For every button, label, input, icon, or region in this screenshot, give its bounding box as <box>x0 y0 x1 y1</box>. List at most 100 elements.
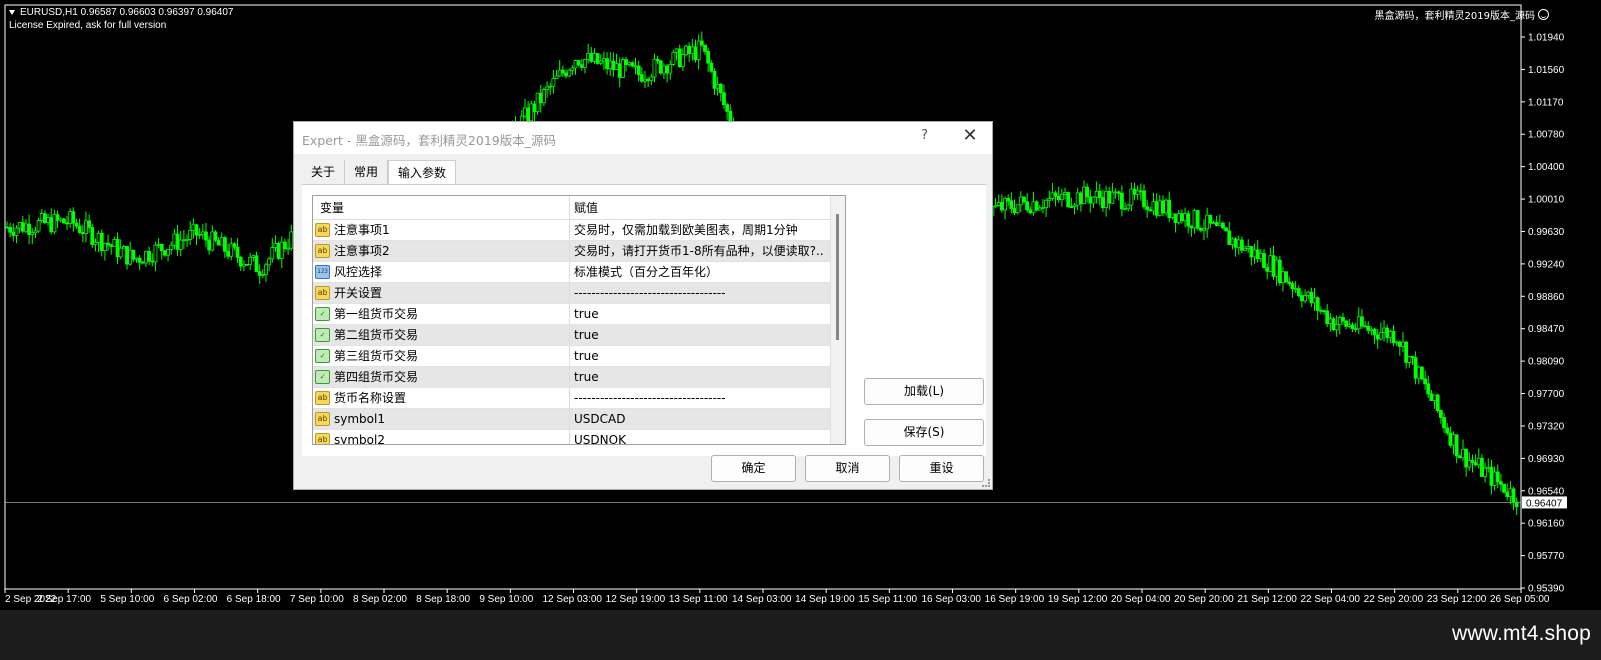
candle-body <box>1085 186 1090 198</box>
grid-row[interactable]: ab 货币名称设置 --------------------------------… <box>313 388 845 409</box>
candle-body <box>589 52 594 62</box>
bool-type-icon: ✓ <box>315 328 330 342</box>
candle-body <box>1284 271 1289 283</box>
candle-body <box>1233 238 1238 248</box>
candle-body <box>620 59 625 78</box>
candle-body <box>219 237 224 246</box>
candle-body <box>1183 213 1187 222</box>
candle-body <box>1050 192 1055 199</box>
candle-body <box>1227 230 1232 245</box>
candle-body <box>283 241 287 250</box>
reset-button[interactable]: 重设 <box>899 455 984 482</box>
time-label: 2 Sep 17:00 <box>37 594 91 605</box>
grid-row[interactable]: ab symbol2 USDNOK <box>313 430 845 444</box>
candle-body <box>99 232 104 251</box>
column-value[interactable]: 赋值 <box>570 196 845 219</box>
grid-row[interactable]: ab 注意事项2 交易时，请打开货币1-8所有品种，以便读取?.. <box>313 241 845 262</box>
candle-body <box>43 213 47 223</box>
dropdown-triangle-icon[interactable] <box>9 10 15 15</box>
candle-body <box>74 222 79 227</box>
candle-body <box>1492 471 1497 486</box>
candle-body <box>58 218 63 221</box>
value-cell[interactable]: ----------------------------------- <box>570 388 845 408</box>
grid-row[interactable]: ab 开关设置 ----------------------------------… <box>313 283 845 304</box>
grid-row[interactable]: ✓ 第一组货币交易 true <box>313 304 845 325</box>
value-cell[interactable]: true <box>570 304 845 324</box>
scrollbar-thumb[interactable] <box>836 214 839 340</box>
candle-body <box>1432 394 1437 401</box>
candle-body <box>545 86 549 90</box>
candle-body <box>46 217 50 223</box>
inputs-grid[interactable]: 变量 赋值 ab 注意事项1 交易时，仅需加载到欧美图表，周期1分钟 ab 注意事项2 交… <box>312 195 846 445</box>
candle-body <box>662 65 666 74</box>
candle-body <box>238 257 243 267</box>
ok-button[interactable]: 确定 <box>711 455 796 482</box>
candle-body <box>185 239 189 241</box>
candle-body <box>1262 253 1266 269</box>
candle-body <box>1037 207 1042 211</box>
close-icon[interactable]: ✕ <box>960 126 980 146</box>
variable-name: 第三组货币交易 <box>334 349 419 363</box>
candle-body <box>1072 204 1077 208</box>
symbol-row: EURUSD,H1 0.96587 0.96603 0.96397 0.9640… <box>9 6 234 19</box>
time-label: 5 Sep 10:00 <box>100 594 154 605</box>
value-cell[interactable]: 交易时，仅需加载到欧美图表，周期1分钟 <box>570 220 845 240</box>
value-cell[interactable]: ----------------------------------- <box>570 283 845 303</box>
candle-body <box>1318 309 1323 312</box>
value-cell[interactable]: true <box>570 325 845 345</box>
tab-common[interactable]: 常用 <box>345 160 389 185</box>
vertical-scrollbar[interactable] <box>830 196 845 444</box>
candle-body <box>1312 297 1317 304</box>
grid-row[interactable]: ab 注意事项1 交易时，仅需加载到欧美图表，周期1分钟 <box>313 220 845 241</box>
grid-rows: ab 注意事项1 交易时，仅需加载到欧美图表，周期1分钟 ab 注意事项2 交易时，请打开… <box>313 220 845 444</box>
cancel-button[interactable]: 取消 <box>805 455 890 482</box>
grid-row[interactable]: ab symbol1 USDCAD <box>313 409 845 430</box>
candle-body <box>68 211 73 224</box>
candle-body <box>1413 357 1418 379</box>
tab-about[interactable]: 关于 <box>302 160 346 185</box>
column-variable[interactable]: 变量 <box>313 196 570 219</box>
candle-body <box>71 211 76 224</box>
candle-body <box>1375 334 1380 340</box>
candle-body <box>251 255 256 258</box>
grid-row[interactable]: ✓ 第四组货币交易 true <box>313 367 845 388</box>
grid-row[interactable]: ✓ 第三组货币交易 true <box>313 346 845 367</box>
grid-row[interactable]: 123 风控选择 标准模式（百分之百年化） <box>313 262 845 283</box>
candle-body <box>526 107 531 122</box>
value-cell[interactable]: USDCAD <box>570 409 845 429</box>
candle-body <box>84 220 88 235</box>
candle-body <box>140 261 145 264</box>
candle-body <box>614 63 619 70</box>
value-cell[interactable]: USDNOK <box>570 430 845 444</box>
value-cell[interactable]: true <box>570 367 845 387</box>
candle-body <box>1404 341 1409 363</box>
candle-body <box>646 78 651 82</box>
load-button[interactable]: 加载(L) <box>864 378 984 405</box>
candle-body <box>90 226 95 245</box>
help-icon[interactable]: ? <box>921 128 928 143</box>
candle-body <box>77 225 82 233</box>
candle-body <box>1391 331 1396 344</box>
value-cell[interactable]: 标准模式（百分之百年化） <box>570 262 845 282</box>
dialog-title: Expert - 黑盒源码，套利精灵2019版本_源码 <box>302 133 556 148</box>
candle-body <box>1164 199 1169 214</box>
candle-body <box>1265 267 1270 272</box>
candle-body <box>722 92 726 106</box>
candle-body <box>564 72 568 77</box>
candle-body <box>1445 427 1450 434</box>
candle-body <box>1470 460 1475 463</box>
candle-body <box>1287 281 1292 285</box>
grid-row[interactable]: ✓ 第二组货币交易 true <box>313 325 845 346</box>
candle-body <box>245 263 249 266</box>
candle-body <box>153 244 158 263</box>
resize-grip-icon[interactable] <box>982 479 990 487</box>
value-cell[interactable]: true <box>570 346 845 366</box>
candle-body <box>1420 366 1424 380</box>
value-cell[interactable]: 交易时，请打开货币1-8所有品种，以便读取?.. <box>570 241 845 261</box>
candle-body <box>121 246 126 249</box>
candle-body <box>1082 186 1086 205</box>
dialog-titlebar[interactable]: Expert - 黑盒源码，套利精灵2019版本_源码 ? ✕ <box>294 122 992 154</box>
save-button[interactable]: 保存(S) <box>864 419 984 446</box>
candle-body <box>1066 192 1071 207</box>
tab-inputs[interactable]: 输入参数 <box>388 160 457 186</box>
